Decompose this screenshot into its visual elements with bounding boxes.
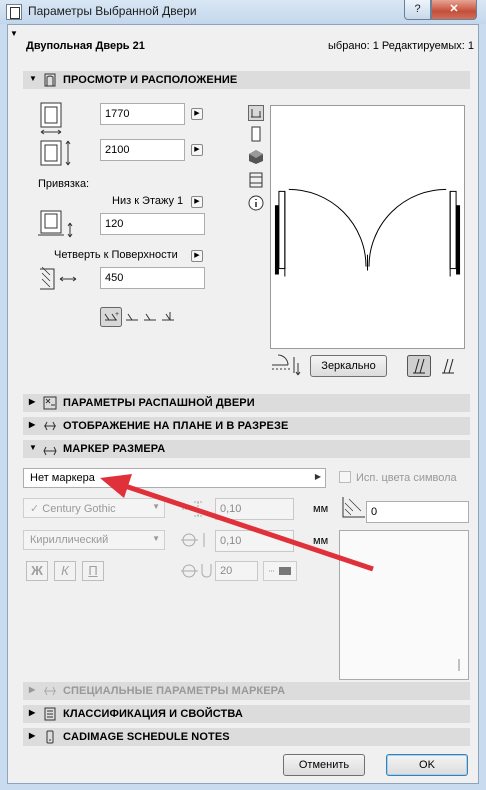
section-cadimage[interactable]: ▶ CADIMAGE SCHEDULE NOTES (23, 728, 470, 746)
notes-icon (46, 730, 54, 744)
door-name: Двупольная Дверь 21 (26, 40, 145, 52)
ok-button[interactable]: OK (386, 754, 468, 776)
cancel-button[interactable]: Отменить (283, 754, 365, 776)
side-a-toggle[interactable] (407, 355, 431, 377)
reveal-mode[interactable]: Четверть к Поверхности (54, 249, 178, 261)
window-icon (6, 4, 22, 20)
door-preview-icon (44, 73, 56, 87)
italic-button[interactable]: К (54, 561, 76, 581)
scroll-indicator-icon (458, 659, 460, 671)
help-button[interactable]: ? (404, 0, 431, 20)
section-dimension-marker[interactable]: ▼ МАРКЕР РАЗМЕРА (23, 440, 470, 458)
use-symbol-colors-checkbox[interactable] (339, 471, 351, 483)
chevron-down-icon: ▼ (152, 502, 160, 511)
check-icon: ✓ (30, 503, 40, 515)
collapsed-triangle-icon: ▶ (29, 731, 36, 740)
font-dropdown[interactable]: ✓ Century Gothic ▼ (23, 498, 165, 518)
marker-preview-box (339, 530, 469, 680)
section-custom-marker: ▶ СПЕЦИАЛЬНЫЕ ПАРАМЕТРЫ МАРКЕРА (23, 682, 470, 700)
text-offset-icon (181, 533, 205, 547)
section-view-icon[interactable] (248, 172, 264, 188)
reveal-depth-icon (40, 266, 77, 290)
expanded-triangle-icon: ▼ (29, 443, 37, 452)
window-title: Параметры Выбранной Двери (28, 4, 197, 18)
section-label: СПЕЦИАЛЬНЫЕ ПАРАМЕТРЫ МАРКЕРА (63, 685, 286, 697)
sill-height-icon (38, 210, 73, 238)
collapse-dialog-icon[interactable]: ▼ (10, 29, 18, 38)
sill-height-input[interactable]: 120 (100, 213, 205, 235)
collapsed-triangle-icon: ▶ (29, 708, 36, 717)
collapsed-triangle-icon: ▶ (29, 685, 36, 694)
collapsed-triangle-icon: ▶ (29, 420, 36, 429)
section-label: МАРКЕР РАЗМЕРА (63, 443, 166, 455)
submenu-arrow-icon: ▶ (314, 472, 321, 481)
width-arrow-button[interactable]: ▶ (191, 108, 203, 120)
reveal-mode-button[interactable]: ▶ (191, 250, 203, 262)
svg-text:+: + (115, 311, 119, 318)
info-icon[interactable] (248, 195, 264, 211)
section-preview-placement[interactable]: ▼ ПРОСМОТР И РАСПОЛОЖЕНИЕ (23, 71, 470, 89)
use-symbol-colors-label: Исп. цвета символа (356, 472, 457, 484)
collapsed-triangle-icon: ▶ (29, 397, 36, 406)
expanded-triangle-icon: ▼ (29, 74, 37, 83)
width-input[interactable]: 1770 (100, 103, 185, 125)
font-size-input[interactable]: 0,10 (215, 498, 294, 520)
height-arrow-button[interactable]: ▶ (191, 144, 203, 156)
pen-color-swatch[interactable] (263, 561, 297, 581)
anchor-mode[interactable]: Низ к Этажу 1 (112, 195, 183, 207)
height-input[interactable]: 2100 (100, 139, 185, 161)
anchor-mode-button[interactable]: ▶ (191, 196, 203, 208)
height-icon (40, 140, 71, 166)
underline-button[interactable]: П (82, 561, 104, 581)
anchor-label: Привязка: (38, 178, 90, 190)
mirror-button[interactable]: Зеркально (310, 355, 387, 377)
marker-type-value: Нет маркера (30, 472, 95, 484)
encoding-value: Кириллический (30, 534, 109, 546)
pen-input[interactable]: 20 (215, 561, 258, 581)
3d-view-icon[interactable] (248, 149, 264, 165)
custom-marker-icon (44, 686, 56, 696)
section-plan-section[interactable]: ▶ ОТОБРАЖЕНИЕ НА ПЛАНЕ И В РАЗРЕЗЕ (23, 417, 470, 435)
front-view-icon[interactable] (248, 126, 264, 142)
marker-angle-input[interactable]: 0 (366, 501, 469, 523)
text-size-icon (182, 501, 202, 517)
door-parameters-icon (43, 396, 57, 410)
marker-type-dropdown[interactable]: Нет маркера ▶ (23, 468, 326, 488)
plan-view-icon[interactable] (248, 105, 264, 121)
offset-unit: мм (313, 535, 329, 547)
opening-side-icon[interactable] (270, 353, 306, 377)
title-bar: Параметры Выбранной Двери ? ✕ (0, 0, 486, 24)
dimension-marker-icon (43, 446, 57, 456)
reveal-depth-input[interactable]: 450 (100, 267, 205, 289)
font-size-unit: мм (313, 503, 329, 515)
section-label: ПРОСМОТР И РАСПОЛОЖЕНИЕ (63, 74, 238, 86)
wall-position-icons[interactable]: + (100, 307, 184, 327)
section-label: CADIMAGE SCHEDULE NOTES (63, 731, 230, 743)
pen-icon (181, 564, 212, 578)
classification-icon (44, 707, 56, 721)
section-classification[interactable]: ▶ КЛАССИФИКАЦИЯ И СВОЙСТВА (23, 705, 470, 723)
encoding-dropdown[interactable]: Кириллический ▼ (23, 530, 165, 550)
side-b-toggle[interactable] (436, 355, 460, 377)
width-icon (40, 102, 62, 135)
offset-input[interactable]: 0,10 (215, 530, 294, 552)
section-label: КЛАССИФИКАЦИЯ И СВОЙСТВА (63, 708, 243, 720)
door-plan-preview (270, 105, 465, 349)
section-label: ПАРАМЕТРЫ РАСПАШНОЙ ДВЕРИ (63, 397, 255, 409)
section-swing-door[interactable]: ▶ ПАРАМЕТРЫ РАСПАШНОЙ ДВЕРИ (23, 394, 470, 412)
bold-button[interactable]: Ж (26, 561, 48, 581)
chevron-down-icon: ▼ (152, 534, 160, 543)
close-button[interactable]: ✕ (431, 0, 477, 20)
font-value: Century Gothic (42, 503, 116, 515)
selection-status: ыбрано: 1 Редактируемых: 1 (328, 40, 474, 52)
marker-angle-icon (342, 497, 365, 518)
plan-section-icon (44, 421, 56, 431)
dialog-body: ▼ Двупольная Дверь 21 ыбрано: 1 Редактир… (7, 24, 479, 784)
section-label: ОТОБРАЖЕНИЕ НА ПЛАНЕ И В РАЗРЕЗЕ (63, 420, 289, 432)
